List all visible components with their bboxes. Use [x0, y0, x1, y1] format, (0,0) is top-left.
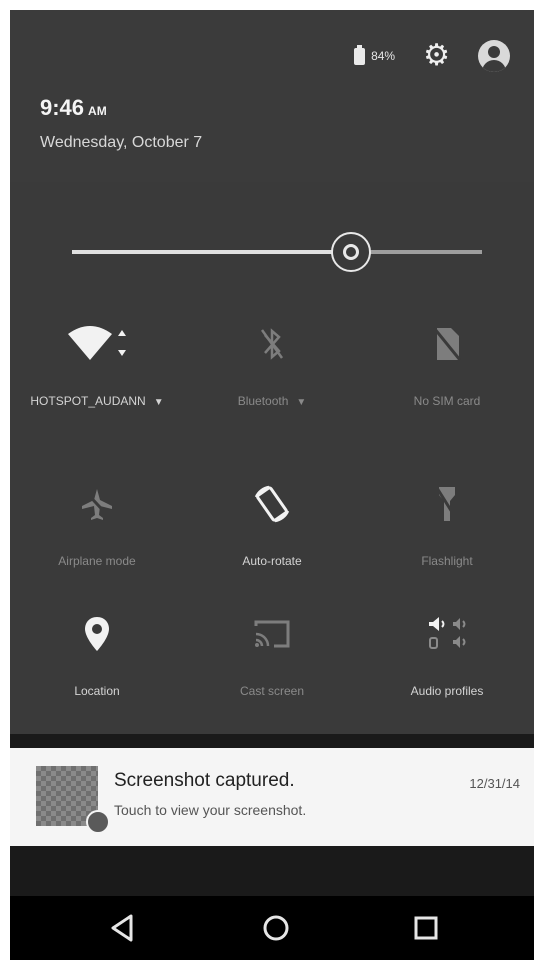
- tile-airplane-label: Airplane mode: [58, 554, 136, 568]
- notification-date: 12/31/14: [469, 776, 520, 791]
- quick-settings-panel: HOTSPOT_AUDANN ▼ Bluetooth ▼ No SIM card: [10, 182, 534, 734]
- tile-bluetooth-label: Bluetooth: [237, 394, 289, 408]
- navigation-bar: [10, 896, 534, 960]
- tile-location-label: Location: [74, 684, 120, 698]
- tile-cast-screen-label: Cast screen: [239, 684, 305, 698]
- phone-screen: 84% ⚙ 9:46 AM Wednesday, October 7 HOTSP…: [10, 10, 534, 960]
- no-sim-icon: [360, 322, 534, 366]
- screenshot-badge-icon: [86, 810, 110, 834]
- home-icon[interactable]: [256, 910, 296, 946]
- settings-gear-icon[interactable]: ⚙: [423, 41, 450, 71]
- recents-icon[interactable]: [406, 910, 446, 946]
- flashlight-off-icon: [360, 482, 534, 526]
- cast-icon: [185, 612, 359, 656]
- user-account-icon[interactable]: [478, 40, 510, 72]
- battery-percent: 84%: [371, 49, 396, 63]
- tile-bluetooth[interactable]: Bluetooth ▼: [185, 322, 359, 408]
- airplane-off-icon: [10, 482, 184, 526]
- brightness-slider-fill: [72, 250, 351, 254]
- tile-wifi[interactable]: HOTSPOT_AUDANN ▼: [10, 322, 184, 408]
- wifi-dropdown-icon[interactable]: ▼: [154, 397, 164, 408]
- battery-indicator: 84%: [354, 44, 396, 65]
- clock[interactable]: 9:46 AM: [40, 95, 107, 121]
- brightness-thumb-icon[interactable]: [330, 232, 371, 272]
- tile-no-sim[interactable]: No SIM card: [360, 322, 534, 408]
- battery-icon: [354, 44, 366, 65]
- tile-location[interactable]: Location: [10, 612, 184, 698]
- tile-flashlight[interactable]: Flashlight: [360, 482, 534, 568]
- location-pin-icon: [10, 612, 184, 656]
- tile-flashlight-label: Flashlight: [421, 554, 473, 568]
- brightness-slider[interactable]: [72, 232, 482, 272]
- tile-audio-profiles-label: Audio profiles: [410, 684, 484, 698]
- notification-header: 84% ⚙ 9:46 AM Wednesday, October 7: [10, 10, 534, 182]
- audio-profiles-icon: [360, 612, 534, 656]
- bluetooth-off-icon: [185, 322, 359, 366]
- wifi-icon: [10, 322, 184, 366]
- clock-ampm: AM: [88, 104, 107, 118]
- tile-auto-rotate-label: Auto-rotate: [242, 554, 302, 568]
- tile-cast-screen[interactable]: Cast screen: [185, 612, 359, 698]
- tile-auto-rotate[interactable]: Auto-rotate: [185, 482, 359, 568]
- tile-wifi-label: HOTSPOT_AUDANN: [30, 394, 146, 408]
- tile-airplane[interactable]: Airplane mode: [10, 482, 184, 568]
- screenshot-notification[interactable]: Screenshot captured. Touch to view your …: [10, 748, 534, 846]
- notification-title: Screenshot captured.: [114, 770, 295, 791]
- back-icon[interactable]: [102, 910, 142, 946]
- auto-rotate-icon: [185, 482, 359, 526]
- status-row: 84% ⚙: [354, 40, 510, 72]
- tile-audio-profiles[interactable]: Audio profiles: [360, 612, 534, 698]
- bluetooth-dropdown-icon[interactable]: ▼: [296, 397, 306, 408]
- tile-no-sim-label: No SIM card: [413, 394, 481, 408]
- clock-time: 9:46: [40, 95, 85, 120]
- date-label[interactable]: Wednesday, October 7: [40, 134, 202, 152]
- notification-text: Touch to view your screenshot.: [114, 802, 307, 818]
